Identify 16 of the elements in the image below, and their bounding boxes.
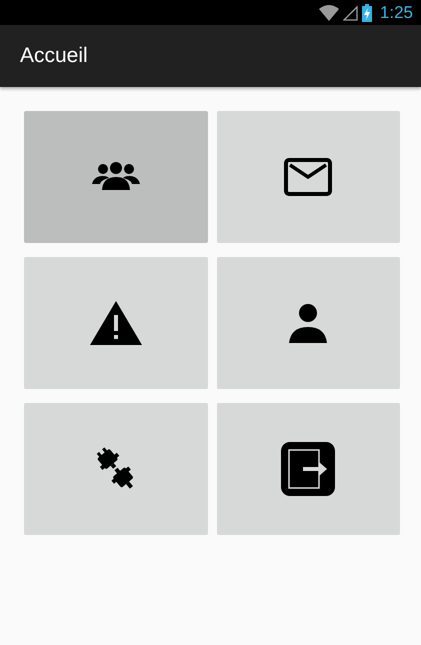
screen-title: Accueil <box>19 43 88 70</box>
clock-time: 1:25 <box>380 2 413 24</box>
menu-tile[interactable] <box>24 257 208 389</box>
cell-signal-icon <box>342 4 358 20</box>
menu-tile[interactable] <box>24 111 208 243</box>
menu-tile[interactable] <box>24 403 208 535</box>
wifi-icon <box>318 4 339 20</box>
person-icon <box>288 303 328 343</box>
battery-charging-icon <box>362 4 372 22</box>
menu-tile[interactable] <box>216 257 400 389</box>
warning-icon <box>90 301 142 345</box>
mail-icon <box>284 158 332 196</box>
menu-tile[interactable] <box>216 403 400 535</box>
group-icon <box>90 162 141 192</box>
menu-tile[interactable] <box>216 111 400 243</box>
exit-icon <box>281 442 336 496</box>
